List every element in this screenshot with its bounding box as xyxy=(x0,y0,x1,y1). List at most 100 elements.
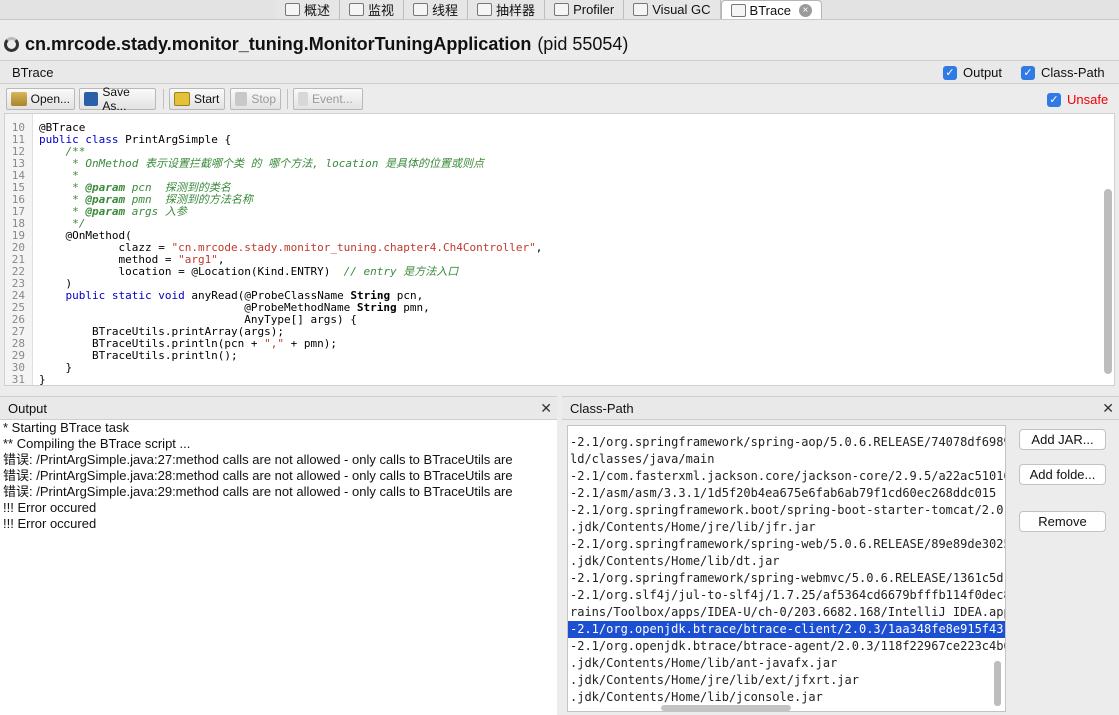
classpath-entry[interactable]: -2.1/org.slf4j/jul-to-slf4j/1.7.25/af536… xyxy=(568,587,1005,604)
classpath-entry[interactable]: -2.1/org.openjdk.btrace/btrace-client/2.… xyxy=(568,621,1005,638)
classpath-vertical-scrollbar[interactable] xyxy=(994,661,1001,706)
tab-概述[interactable]: 概述 xyxy=(276,0,341,19)
tab-label: Visual GC xyxy=(652,2,711,17)
code-line: 22 location = @Location(Kind.ENTRY) // e… xyxy=(5,266,1114,278)
tab-profiler[interactable]: Profiler xyxy=(545,0,625,19)
pid-label: (pid 55054) xyxy=(537,33,629,54)
stop-button[interactable]: Stop xyxy=(230,88,281,110)
code-line: 17 * @param args 入参 xyxy=(5,206,1114,218)
stop-icon xyxy=(235,92,248,106)
open-button[interactable]: Open... xyxy=(6,88,75,110)
classpath-entry[interactable]: .jdk/Contents/Home/lib/ant-javafx.jar xyxy=(568,655,1005,672)
page-title: cn.mrcode.stady.monitor_tuning.MonitorTu… xyxy=(4,31,628,57)
sampler-icon xyxy=(477,3,493,16)
classpath-rows: -2.1/org.springframework/spring-aop/5.0.… xyxy=(568,426,1005,706)
output-line: * Starting BTrace task xyxy=(3,420,129,435)
classpath-entry[interactable]: -2.1/asm/asm/3.3.1/1d5f20b4ea675e6fab6ab… xyxy=(568,485,1005,502)
classpath-entry[interactable]: ld/classes/java/main xyxy=(568,451,1005,468)
app-name: cn.mrcode.stady.monitor_tuning.MonitorTu… xyxy=(25,33,532,54)
classpath-entry[interactable]: .jdk/Contents/Home/jre/lib/ext/jfxrt.jar xyxy=(568,672,1005,689)
toolbar-separator xyxy=(287,89,288,109)
classpath-horizontal-scrollbar[interactable] xyxy=(661,705,791,711)
threads-icon xyxy=(413,3,429,16)
folder-icon xyxy=(11,92,27,106)
classpath-list[interactable]: -2.1/org.springframework/spring-aop/5.0.… xyxy=(567,425,1006,712)
code-text: } xyxy=(39,373,46,386)
classpath-row-partial xyxy=(568,426,1005,434)
tab-label: Profiler xyxy=(573,2,615,17)
tab-strip: 概述 监视 线程 抽样器 Profiler Visual GC BTrace × xyxy=(0,0,1119,20)
tab-label: 抽样器 xyxy=(496,3,536,18)
code-line: 11 public class PrintArgSimple { xyxy=(5,134,1114,146)
classpath-entry[interactable]: -2.1/org.openjdk.btrace/btrace-agent/2.0… xyxy=(568,638,1005,655)
classpath-entry[interactable]: -2.1/org.springframework/spring-aop/5.0.… xyxy=(568,434,1005,451)
event-button-label: Event... xyxy=(312,92,353,106)
classpath-entry[interactable]: -2.1/com.fasterxml.jackson.core/jackson-… xyxy=(568,468,1005,485)
start-button-label: Start xyxy=(194,92,220,106)
classpath-pane-header: Class-Path ✕ xyxy=(562,396,1119,420)
classpath-entry[interactable]: -2.1/org.springframework/spring-webmvc/5… xyxy=(568,570,1005,587)
lightning-icon xyxy=(298,92,308,106)
tab-btrace[interactable]: BTrace × xyxy=(720,0,822,19)
toolbar-separator xyxy=(163,89,164,109)
btrace-header: BTrace ✓ Output ✓ Class-Path xyxy=(0,60,1119,84)
classpath-entry[interactable]: .jdk/Contents/Home/lib/dt.jar xyxy=(568,553,1005,570)
code-editor[interactable]: 10 @BTrace 11 public class PrintArgSimple {… xyxy=(4,113,1115,386)
classpath-checkbox[interactable]: ✓ Class-Path xyxy=(1021,65,1105,80)
tab-list: 概述 监视 线程 抽样器 Profiler Visual GC BTrace × xyxy=(276,0,822,19)
tab-visual-gc[interactable]: Visual GC xyxy=(624,0,721,19)
editor-scrollbar[interactable] xyxy=(1104,189,1112,374)
start-icon xyxy=(174,92,190,106)
output-console: * Starting BTrace task ** Compiling the B… xyxy=(0,420,557,715)
unsafe-checkbox-label: Unsafe xyxy=(1067,92,1109,107)
btrace-icon xyxy=(730,3,746,17)
save-as-button-label: Save As... xyxy=(102,85,130,113)
profiler-icon xyxy=(554,3,570,16)
code-line: 31} xyxy=(5,374,1114,386)
tab-label: BTrace xyxy=(749,2,791,18)
line-number: 31 xyxy=(11,373,25,386)
monitor-icon xyxy=(349,3,365,16)
start-button[interactable]: Start xyxy=(169,88,225,110)
classpath-entry[interactable]: .jdk/Contents/Home/jre/lib/jfr.jar xyxy=(568,519,1005,536)
visualgc-icon xyxy=(633,3,649,16)
tab-label: 监视 xyxy=(368,3,395,18)
output-line: ** Compiling the BTrace script ... xyxy=(3,436,191,451)
checkmark-icon: ✓ xyxy=(1047,92,1061,107)
open-button-label: Open... xyxy=(30,92,70,106)
close-icon[interactable]: ✕ xyxy=(1102,400,1114,417)
output-line: !!! Error occured xyxy=(3,516,97,531)
code-line: 30 } xyxy=(5,362,1114,374)
output-line: !!! Error occured xyxy=(3,500,97,515)
classpath-checkbox-label: Class-Path xyxy=(1041,65,1105,80)
loading-spinner-icon xyxy=(4,36,19,52)
classpath-entry[interactable]: -2.1/org.springframework/spring-web/5.0.… xyxy=(568,536,1005,553)
btrace-header-label: BTrace xyxy=(12,65,54,80)
tab-抽样器[interactable]: 抽样器 xyxy=(468,0,546,19)
tab-label: 概述 xyxy=(304,3,331,18)
close-tab-icon[interactable]: × xyxy=(798,3,812,17)
code-lines: 10 @BTrace 11 public class PrintArgSimple {… xyxy=(5,122,1114,386)
add-jar-button[interactable]: Add JAR... xyxy=(1019,429,1106,450)
remove-button[interactable]: Remove xyxy=(1019,511,1106,532)
output-checkbox[interactable]: ✓ Output xyxy=(943,65,1002,80)
code-line: 13 * OnMethod 表示设置拦截哪个类 的 哪个方法, location… xyxy=(5,158,1114,170)
tab-监视[interactable]: 监视 xyxy=(340,0,405,19)
add-folder-button[interactable]: Add folde... xyxy=(1019,464,1106,485)
code-line: 29 BTraceUtils.println(); xyxy=(5,350,1114,362)
tab-线程[interactable]: 线程 xyxy=(404,0,469,19)
code-line: 18 */ xyxy=(5,218,1114,230)
unsafe-checkbox[interactable]: ✓ Unsafe xyxy=(1047,92,1108,107)
save-as-button[interactable]: Save As... xyxy=(79,85,156,113)
classpath-pane-title: Class-Path xyxy=(570,401,634,416)
code-text: location = @Location(Kind.ENTRY) // entr… xyxy=(39,265,459,278)
classpath-entry[interactable]: .jdk/Contents/Home/lib/jconsole.jar xyxy=(568,689,1005,706)
close-icon[interactable]: ✕ xyxy=(540,400,552,417)
output-pane-header: Output ✕ xyxy=(0,396,557,420)
event-button[interactable]: Event... xyxy=(293,88,363,110)
classpath-entry[interactable]: rains/Toolbox/apps/IDEA-U/ch-0/203.6682.… xyxy=(568,604,1005,621)
checkmark-icon: ✓ xyxy=(943,65,957,80)
output-pane-title: Output xyxy=(8,401,48,416)
stop-button-label: Stop xyxy=(251,92,276,106)
classpath-entry[interactable]: -2.1/org.springframework.boot/spring-boo… xyxy=(568,502,1005,519)
